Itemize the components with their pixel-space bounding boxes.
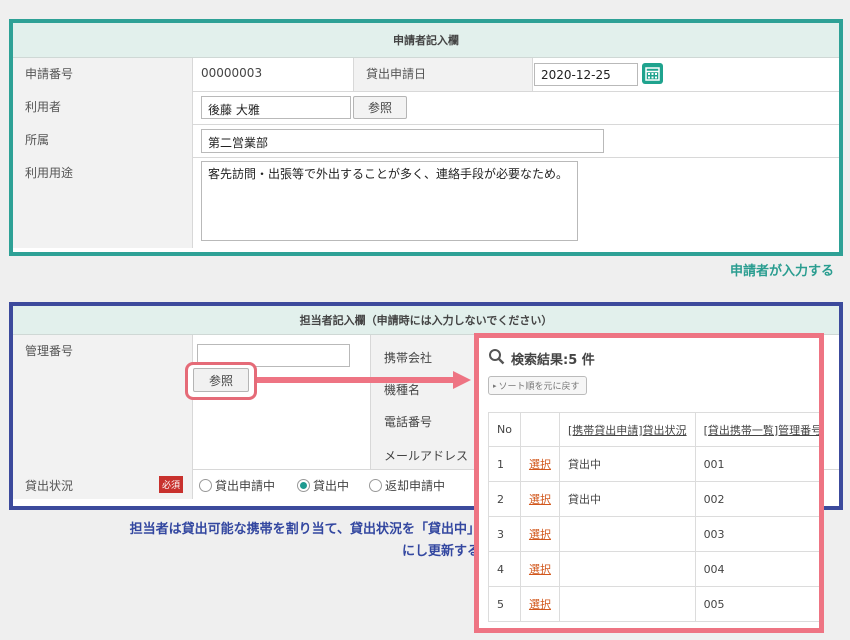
status-option-label: 貸出中 (313, 479, 350, 493)
row-status: 貸出中 (558, 481, 696, 517)
arrow-icon (257, 371, 471, 389)
row-status (558, 551, 696, 587)
row-mgmt: 004 (694, 551, 819, 587)
table-row: 2 選択 貸出中 002 (488, 481, 819, 517)
select-link[interactable]: 選択 (529, 598, 551, 611)
dept-input[interactable]: 第二営業部 (201, 129, 604, 153)
result-table: No [携帯貸出申請]貸出状況 [貸出携帯一覧]管理番号 1 選択 貸出中 00… (488, 412, 819, 622)
row-no: 1 (488, 446, 521, 482)
col-mgmt-link[interactable]: [貸出携帯一覧]管理番号 (704, 424, 819, 437)
applicant-panel-title: 申請者記入欄 (13, 23, 839, 58)
user-ref-button[interactable]: 参照 (353, 96, 407, 119)
required-badge: 必須 (159, 476, 184, 493)
mail-label: メールアドレス (384, 449, 469, 463)
staff-caption-line2: にし更新する (401, 544, 480, 559)
select-cell: 選択 (519, 551, 560, 587)
row-no: 5 (488, 586, 521, 622)
row-no: 2 (488, 481, 521, 517)
reset-sort-button[interactable]: ▸ ソート順を元に戻す (488, 376, 587, 395)
col-status-link[interactable]: [携帯貸出申請]貸出状況 (568, 424, 687, 437)
reset-sort-label: ソート順を元に戻す (498, 382, 580, 392)
select-cell: 選択 (519, 516, 560, 552)
select-link[interactable]: 選択 (529, 458, 551, 471)
col-no: No (488, 412, 521, 447)
row-no: 4 (488, 551, 521, 587)
radio-circle[interactable] (369, 479, 382, 492)
select-cell: 選択 (519, 481, 560, 517)
status-option-label: 貸出申請中 (215, 479, 276, 493)
row-status (558, 586, 696, 622)
carrier-label: 携帯会社 (384, 351, 433, 365)
purpose-textarea[interactable]: 客先訪問・出張等で外出することが多く、連絡手段が必要なため。 (201, 161, 578, 241)
search-result-title: 検索結果:5 件 (511, 353, 595, 368)
status-radio-returning[interactable]: 返却申請中 (369, 477, 445, 494)
select-cell: 選択 (519, 586, 560, 622)
applicant-panel: 申請者記入欄 申請番号 00000003 貸出申請日 2020-12-25 利用… (9, 19, 843, 256)
staff-caption: 担当者は貸出可能な携帯を割り当て、貸出状況を「貸出中」 にし更新する (30, 519, 480, 563)
user-label: 利用者 (13, 91, 193, 124)
status-option-label: 返却申請中 (385, 479, 446, 493)
search-result-popup: 検索結果:5 件 ▸ ソート順を元に戻す No [携帯貸出申請]貸出状況 [貸出… (474, 333, 824, 633)
user-input[interactable]: 後藤 大雅 (201, 96, 351, 119)
staff-panel-title: 担当者記入欄（申請時には入力しないでください） (13, 306, 839, 335)
row-mgmt: 005 (694, 586, 819, 622)
select-link[interactable]: 選択 (529, 493, 551, 506)
table-row: 3 選択 003 (488, 516, 819, 552)
select-link[interactable]: 選択 (529, 563, 551, 576)
applicant-caption: 申請者が入力する (729, 264, 834, 279)
col-status[interactable]: [携帯貸出申請]貸出状況 (558, 412, 696, 447)
table-row: 5 選択 005 (488, 586, 819, 622)
mgmt-no-label: 管理番号 (13, 335, 193, 469)
application-no-row: 申請番号 00000003 貸出申請日 2020-12-25 (13, 58, 839, 92)
radio-circle-selected[interactable] (297, 479, 310, 492)
mgmt-ref-button[interactable]: 参照 (193, 368, 249, 392)
table-row: 4 選択 004 (488, 551, 819, 587)
row-status (558, 516, 696, 552)
row-mgmt: 003 (694, 516, 819, 552)
row-mgmt: 002 (694, 481, 819, 517)
caret-right-icon: ▸ (493, 381, 497, 390)
row-status: 貸出中 (558, 446, 696, 482)
col-select (519, 412, 560, 447)
calendar-icon[interactable] (642, 63, 663, 84)
purpose-label: 利用用途 (13, 157, 193, 248)
table-header-row: No [携帯貸出申請]貸出状況 [貸出携帯一覧]管理番号 (488, 412, 819, 447)
lend-date-input[interactable]: 2020-12-25 (534, 63, 638, 86)
col-mgmt[interactable]: [貸出携帯一覧]管理番号 (694, 412, 819, 447)
user-row: 利用者 後藤 大雅 参照 (13, 91, 839, 125)
select-link[interactable]: 選択 (529, 528, 551, 541)
dept-label: 所属 (13, 124, 193, 157)
purpose-row: 利用用途 客先訪問・出張等で外出することが多く、連絡手段が必要なため。 (13, 157, 839, 248)
dept-row: 所属 第二営業部 (13, 124, 839, 158)
status-radio-applying[interactable]: 貸出申請中 (199, 477, 275, 494)
lend-date-label: 貸出申請日 (353, 58, 533, 91)
radio-circle[interactable] (199, 479, 212, 492)
status-radio-lending[interactable]: 貸出中 (297, 477, 349, 494)
row-mgmt: 001 (694, 446, 819, 482)
application-no-value: 00000003 (201, 66, 263, 80)
phone-label: 電話番号 (384, 415, 433, 429)
select-cell: 選択 (519, 446, 560, 482)
application-no-label: 申請番号 (13, 58, 193, 91)
row-no: 3 (488, 516, 521, 552)
search-icon (489, 349, 505, 365)
table-row: 1 選択 貸出中 001 (488, 446, 819, 482)
staff-caption-line1: 担当者は貸出可能な携帯を割り当て、貸出状況を「貸出中」 (129, 522, 480, 537)
